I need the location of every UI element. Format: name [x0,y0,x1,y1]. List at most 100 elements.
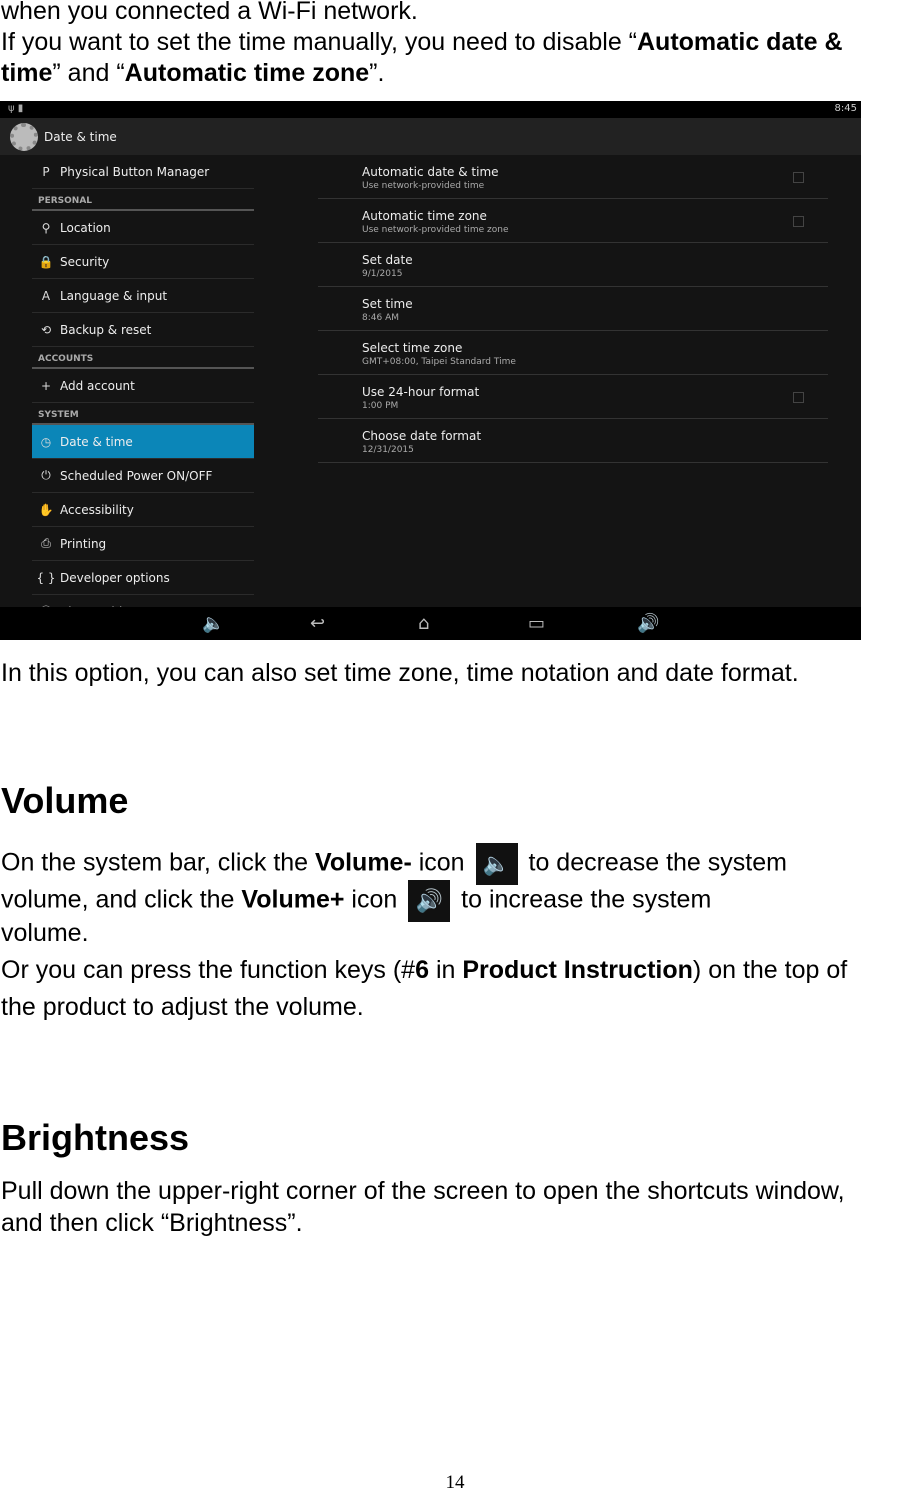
paragraph-line: the product to adjust the volume. [1,993,364,1021]
sidebar-item-label: Add account [60,378,135,393]
volume-heading: Volume [1,780,129,821]
sidebar-item-label: Printing [60,536,107,551]
setting-row[interactable]: Automatic date & time Use network-provide… [318,155,828,199]
setting-title: Select time zone [362,341,463,355]
sidebar-item-label: Backup & reset [60,322,152,337]
sidebar-item-icon: ⎙ [41,536,51,550]
text: in [429,956,463,984]
sidebar-item[interactable]: + Add account [32,369,254,403]
sidebar-item[interactable]: 🔒 Security [32,245,254,279]
text: Or you can press the function keys (# [1,956,416,984]
sidebar-item[interactable]: P Physical Button Manager [32,155,254,189]
intro-line: If you want to set the time manually, yo… [1,27,843,58]
setting-summary: 12/31/2015 [362,445,414,455]
sidebar-item-label: Developer options [60,570,170,585]
settings-sidebar: P Physical Button Manager PERSONAL ⚲ Locatio… [32,155,254,629]
bold-text: Automatic time zone [124,59,370,87]
setting-checkbox[interactable] [793,392,804,403]
setting-title: Set time [362,297,413,311]
bold-text: Volume- [315,848,412,877]
sidebar-item-icon: 🔒 [38,254,54,269]
setting-title: Automatic time zone [362,209,487,223]
sidebar-item[interactable]: ⏻ Scheduled Power ON/OFF [32,459,254,493]
volume-down-icon: 🔈 [475,843,518,885]
setting-summary: GMT+08:00, Taipei Standard Time [362,357,516,367]
sidebar-item[interactable]: ⎙ Printing [32,527,254,561]
sidebar-item[interactable]: ⟲ Backup & reset [32,313,254,347]
clock: 8:45 [834,103,857,114]
sidebar-category: ACCOUNTS [32,347,254,369]
paragraph-line: On the system bar, click the Volume- ico… [1,843,787,885]
setting-title: Choose date format [362,429,482,443]
setting-row[interactable]: Choose date format 12/31/2015 [318,419,828,463]
sidebar-item[interactable]: { } Developer options [32,561,254,595]
settings-gear-icon[interactable] [10,123,38,151]
text: ” and “ [52,59,125,87]
sidebar-item-icon: ⚲ [41,220,51,235]
setting-summary: Use network-provided time zone [362,225,509,235]
intro-line: time” and “Automatic time zone”. [1,58,384,89]
paragraph-line: volume. [1,919,89,947]
volume-up-icon: 🔊 [408,880,451,922]
bold-text: Automatic date & [637,28,843,56]
home-icon[interactable]: ⌂ [418,613,429,634]
android-screenshot: ψ ▮ 8:45 Date & time P Physical Button Man… [0,101,861,640]
text: If you want to set the time manually, yo… [1,28,637,56]
setting-row[interactable]: Select time zone GMT+08:00, Taipei Standa… [318,331,828,375]
sidebar-item-icon: P [42,164,50,179]
bold-text: 6 [415,956,429,984]
status-bar: ψ ▮ 8:45 [0,101,861,118]
text: icon [411,848,472,877]
sidebar-item-icon: ⟲ [40,322,52,337]
setting-checkbox[interactable] [793,172,804,183]
text: to increase the system [454,885,712,914]
sidebar-item-icon: ✋ [38,502,54,517]
volume-up-icon[interactable]: 🔊 [637,613,659,634]
back-icon[interactable]: ↩ [310,613,325,634]
sidebar-item-label: Scheduled Power ON/OFF [60,468,213,483]
bold-text: time [1,59,53,87]
sidebar-item[interactable]: A Language & input [32,279,254,313]
text: ) on the top of [692,956,848,984]
setting-title: Set date [362,253,413,267]
setting-row[interactable]: Set date 9/1/2015 [318,243,828,287]
volume-down-icon[interactable]: 🔈 [202,613,224,634]
text: to decrease the system [521,848,787,877]
sidebar-item-icon: A [41,288,51,303]
recents-icon[interactable]: ▭ [528,613,545,634]
intro-line: when you connected a Wi-Fi network. [1,0,418,25]
sidebar-item-icon: + [40,378,52,393]
paragraph-line: volume, and click the Volume+ icon 🔊 to … [1,880,711,922]
setting-row[interactable]: Set time 8:46 AM [318,287,828,331]
paragraph-line: Pull down the upper-right corner of the … [1,1177,845,1205]
setting-summary: 9/1/2015 [362,269,403,279]
sidebar-item-label: Location [60,220,111,235]
sidebar-item-icon: ◷ [40,434,52,449]
sidebar-item[interactable]: ◷ Date & time [32,425,254,459]
sidebar-item-label: Date & time [60,434,133,449]
settings-list: Automatic date & time Use network-provide… [318,155,828,463]
setting-checkbox[interactable] [793,216,804,227]
sidebar-item[interactable]: ✋ Accessibility [32,493,254,527]
sidebar-item-label: Security [60,254,110,269]
sidebar-item[interactable]: ⚲ Location [32,211,254,245]
setting-summary: Use network-provided time [362,181,485,191]
sidebar-item-icon: { } [36,570,56,585]
text: On the system bar, click the [1,848,316,877]
setting-title: Use 24-hour format [362,385,480,399]
setting-summary: 1:00 PM [362,401,399,411]
setting-summary: 8:46 AM [362,313,399,323]
bold-text: Volume+ [241,885,345,914]
sidebar-item-icon: ⏻ [41,468,51,482]
paragraph: In this option, you can also set time zo… [1,659,799,687]
text: volume, and click the [1,885,242,914]
text: icon [344,885,405,914]
navigation-bar: 🔈 ↩ ⌂ ▭ 🔊 [0,607,861,640]
sidebar-item-label: Physical Button Manager [60,164,210,179]
setting-row[interactable]: Use 24-hour format 1:00 PM [318,375,828,419]
text: ”. [369,59,385,87]
setting-row[interactable]: Automatic time zone Use network-provided … [318,199,828,243]
sidebar-item-label: Accessibility [60,502,134,517]
sidebar-item-label: Language & input [60,288,168,303]
screen-title: Date & time [44,130,117,144]
